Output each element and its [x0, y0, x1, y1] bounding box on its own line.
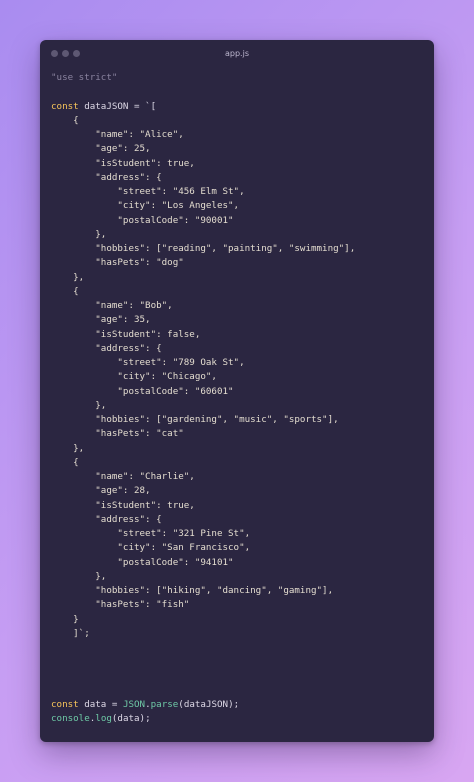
code-token: console	[51, 713, 90, 725]
code-token: "hasPets": "dog"	[51, 257, 184, 269]
code-token: JSON	[122, 699, 146, 710]
code-token: {	[51, 456, 79, 468]
code-token: "name": "Bob",	[51, 300, 173, 311]
code-line: "postalCode": "90001"	[51, 214, 426, 228]
code-editor[interactable]: "use strict" const dataJSON = `[ { "name"…	[51, 71, 426, 727]
code-line: "city": "Chicago",	[51, 370, 426, 384]
code-token: "street": "789 Oak St",	[51, 357, 245, 368]
code-line: "age": 25,	[51, 142, 426, 156]
code-token: "name": "Charlie",	[51, 471, 195, 482]
code-token: }	[51, 613, 79, 625]
code-line: "age": 35,	[51, 313, 426, 327]
code-token: "name": "Alice",	[51, 129, 184, 140]
code-token: "isStudent": true,	[51, 157, 195, 169]
code-line: "hasPets": "dog"	[51, 256, 426, 270]
code-token: "age": 35,	[51, 314, 151, 326]
code-window: app.js "use strict" const dataJSON = `[ {…	[40, 40, 434, 742]
code-line: "hobbies": ["gardening", "music", "sport…	[51, 413, 426, 427]
window-titlebar: app.js	[40, 40, 434, 68]
code-line: "street": "456 Elm St",	[51, 185, 426, 199]
code-token: "address": {	[51, 342, 162, 354]
code-line: "street": "321 Pine St",	[51, 527, 426, 541]
code-token: dataJSON = `[	[78, 100, 157, 112]
code-token: "hasPets": "cat"	[51, 428, 184, 440]
code-token: "hobbies": ["gardening", "music", "sport…	[51, 414, 339, 425]
code-token: {	[51, 114, 79, 126]
code-line: console.log(data);	[51, 712, 426, 726]
code-line: },	[51, 442, 426, 456]
code-line: "isStudent": true,	[51, 499, 426, 513]
code-token: },	[51, 271, 85, 283]
code-line: "postalCode": "94101"	[51, 556, 426, 570]
code-token: },	[51, 570, 107, 582]
code-token: ]`;	[51, 627, 90, 639]
code-line: "age": 28,	[51, 484, 426, 498]
code-line: "city": "Los Angeles",	[51, 199, 426, 213]
code-token: "city": "Chicago",	[51, 371, 217, 383]
code-line: "hobbies": ["hiking", "dancing", "gaming…	[51, 584, 426, 598]
code-line: "hasPets": "cat"	[51, 427, 426, 441]
code-line: "name": "Bob",	[51, 299, 426, 313]
code-token: "city": "San Francisco",	[51, 542, 251, 554]
code-token: "hobbies": ["reading", "painting", "swim…	[51, 243, 356, 254]
code-line: },	[51, 228, 426, 242]
code-token: "age": 25,	[51, 143, 151, 155]
code-token: "postalCode": "94101"	[51, 556, 234, 568]
code-token: (data);	[111, 713, 151, 725]
code-line: {	[51, 456, 426, 470]
code-line: "address": {	[51, 342, 426, 356]
code-token: data =	[78, 699, 123, 710]
code-line: "street": "789 Oak St",	[51, 356, 426, 370]
code-line: "postalCode": "60601"	[51, 385, 426, 399]
code-token: "use strict"	[51, 72, 118, 83]
code-line: "isStudent": false,	[51, 328, 426, 342]
code-token: "postalCode": "90001"	[51, 214, 234, 226]
code-token: },	[51, 228, 107, 240]
code-line: },	[51, 570, 426, 584]
code-token: },	[51, 442, 85, 454]
code-line: {	[51, 114, 426, 128]
code-line: },	[51, 399, 426, 413]
code-line: ]`;	[51, 627, 426, 641]
code-token: "city": "Los Angeles",	[51, 200, 240, 212]
code-line: }	[51, 613, 426, 627]
code-token: "hasPets": "fish"	[51, 599, 190, 611]
code-line: "use strict"	[51, 71, 426, 85]
code-token: "address": {	[51, 171, 162, 183]
code-token: "isStudent": true,	[51, 499, 195, 511]
code-line: const data = JSON.parse(dataJSON);	[51, 698, 426, 712]
code-token: },	[51, 399, 107, 411]
code-line: "hobbies": ["reading", "painting", "swim…	[51, 242, 426, 256]
code-token: "street": "456 Elm St",	[51, 186, 245, 197]
window-title: app.js	[225, 49, 249, 58]
code-token: "address": {	[51, 513, 162, 525]
code-token: const	[51, 699, 79, 710]
code-line: "address": {	[51, 171, 426, 185]
code-token: "postalCode": "60601"	[51, 385, 234, 397]
code-line: },	[51, 271, 426, 285]
code-token: log	[95, 713, 112, 725]
code-token: "street": "321 Pine St",	[51, 528, 251, 539]
code-line: const dataJSON = `[	[51, 100, 426, 114]
code-token: (dataJSON);	[178, 699, 240, 710]
code-line: "hasPets": "fish"	[51, 598, 426, 612]
code-line: "name": "Alice",	[51, 128, 426, 142]
code-token: {	[51, 285, 79, 297]
code-token: parse	[150, 699, 179, 710]
code-line: "name": "Charlie",	[51, 470, 426, 484]
code-line: {	[51, 285, 426, 299]
code-line: "city": "San Francisco",	[51, 541, 426, 555]
code-line: "address": {	[51, 513, 426, 527]
code-token: "hobbies": ["hiking", "dancing", "gaming…	[51, 585, 334, 596]
code-token: "age": 28,	[51, 485, 151, 497]
code-line: "isStudent": true,	[51, 157, 426, 171]
code-token: "isStudent": false,	[51, 328, 201, 340]
code-token: const	[51, 100, 79, 112]
